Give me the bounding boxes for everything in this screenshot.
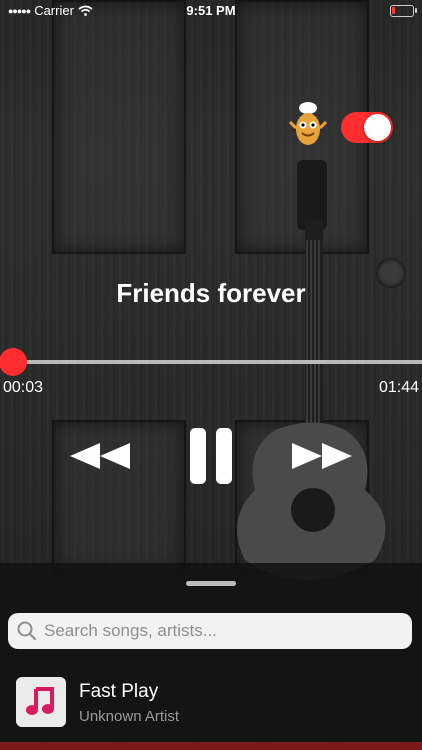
battery-icon <box>390 5 417 17</box>
sheet-drag-handle[interactable] <box>186 581 236 586</box>
pause-button[interactable] <box>190 428 232 484</box>
clock: 9:51 PM <box>186 3 236 18</box>
list-item-artist: Unknown Artist <box>79 708 180 725</box>
guitar-image <box>237 160 386 580</box>
song-list-sheet: Search songs, artists... Fast Play Unkno… <box>0 563 422 750</box>
pause-icon <box>190 428 206 484</box>
list-item-title: Fast Play <box>79 681 159 702</box>
fast-forward-button[interactable] <box>292 443 352 469</box>
search-bar[interactable]: Search songs, artists... <box>8 613 412 649</box>
rewind-button[interactable] <box>70 443 130 469</box>
pause-icon <box>216 428 232 484</box>
feature-toggle[interactable] <box>341 112 393 143</box>
progress-thumb[interactable] <box>0 348 27 376</box>
progress-slider[interactable] <box>0 348 422 376</box>
total-duration: 01:44 <box>378 379 419 396</box>
status-bar: ●●●●● Carrier 9:51 PM <box>0 0 422 22</box>
toggle-knob <box>364 114 391 141</box>
list-item[interactable]: Fast Play Unknown Artist <box>0 673 422 735</box>
elapsed-time: 00:03 <box>3 379 44 396</box>
door-panel <box>52 0 186 254</box>
chef-mascot-icon[interactable] <box>288 100 328 150</box>
search-icon <box>17 621 37 641</box>
song-title: Friends forever <box>116 278 306 308</box>
search-input[interactable]: Search songs, artists... <box>44 621 217 641</box>
album-art <box>16 677 66 727</box>
battery-fill <box>392 7 395 14</box>
music-note-icon <box>26 687 54 715</box>
next-item-peek <box>0 742 422 750</box>
